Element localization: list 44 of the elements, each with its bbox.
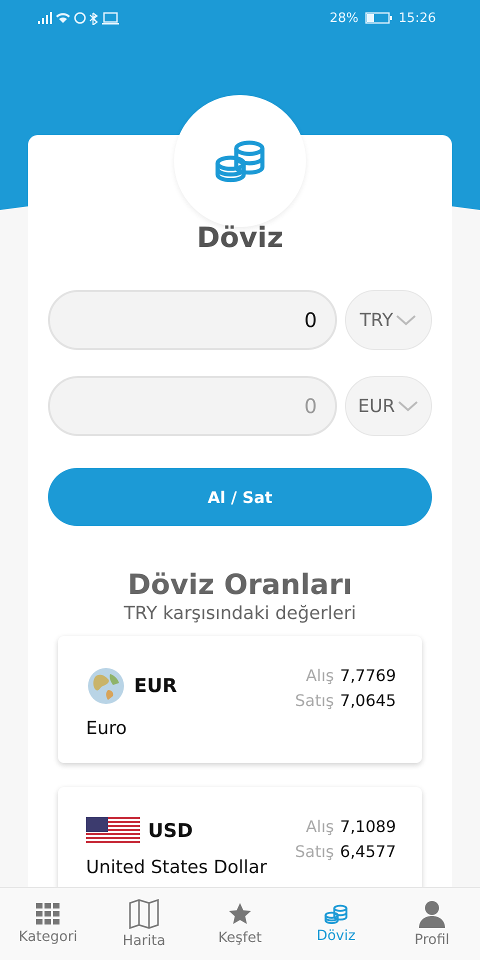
coins-icon [323,904,349,924]
buy-label: Alış [306,666,334,685]
chevron-icon [397,400,420,412]
amount-field[interactable]: 0 [48,376,337,436]
section-title: Döviz Oranları [128,568,352,601]
currency-select[interactable]: EUR [345,376,432,436]
battery-level: 28% [330,10,359,26]
currency-code: USD [148,820,193,842]
currency-code: EUR [134,675,178,697]
chevron-icon [395,314,418,326]
grid-icon [36,903,60,925]
amount-field[interactable]: 0 [48,290,337,350]
page-title: Döviz [196,221,284,254]
globe-icon [86,666,126,706]
buy-label: Alış [306,817,334,836]
section-subtitle: TRY karşısındaki değerleri [124,603,356,624]
nav-tab[interactable]: Keşfet [200,902,280,946]
signal-icon [38,12,52,24]
currency-select[interactable]: TRY [345,290,432,350]
wifi-icon [56,13,70,23]
battery-icon [364,12,393,24]
map-icon [128,899,160,929]
alarm-icon [74,12,86,24]
nav-tab[interactable]: Harita [104,899,184,949]
flag-icon [86,817,140,845]
sell-label: Satış [295,842,334,861]
rate-card[interactable]: EUR Euro Alış 7,7769 Satış 7,0645 [58,636,422,763]
sell-label: Satış [295,691,334,710]
bluetooth-icon [89,12,98,25]
buy-rate: 7,7769 [340,666,396,685]
rate-card[interactable]: USD United States Dollar Alış 7,1089 Satış 6,4577 [58,787,422,887]
sell-rate: 6,4577 [340,842,396,861]
nav-tab[interactable]: Döviz [296,904,376,944]
buy-sell-button[interactable]: Al / Sat [48,468,432,526]
sell-rate: 7,0645 [340,691,396,710]
laptop-icon [102,12,119,24]
currency-name: Euro [86,718,128,739]
nav-tab[interactable]: Profil [392,900,472,948]
currency-name: United States Dollar [86,857,267,878]
clock: 15:26 [398,10,436,26]
star-icon [228,902,252,926]
user-icon [419,900,445,928]
buy-rate: 7,1089 [340,817,396,836]
nav-tab[interactable]: Kategori [8,903,88,945]
